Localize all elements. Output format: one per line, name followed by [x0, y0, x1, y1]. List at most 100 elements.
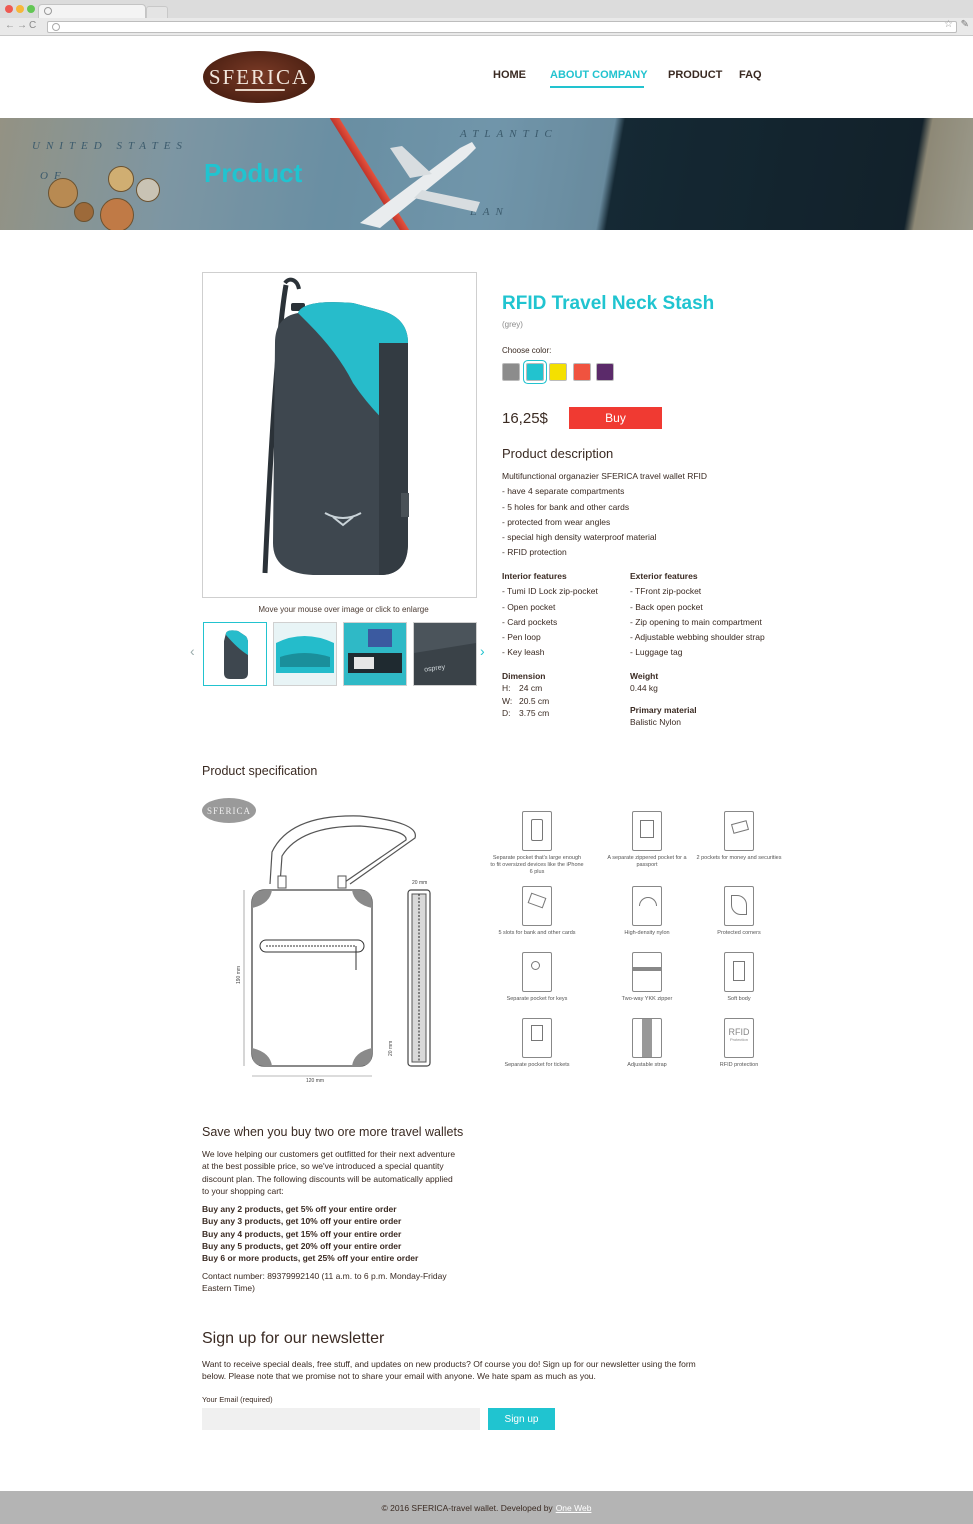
- color-swatch-grey[interactable]: [502, 363, 520, 381]
- thumbnail[interactable]: osprey: [413, 622, 477, 686]
- color-swatch-turquoise[interactable]: [524, 361, 546, 383]
- email-field[interactable]: [202, 1408, 480, 1430]
- cards-icon: [522, 886, 552, 926]
- feature-protected-corners: Protected corners: [692, 886, 786, 937]
- chevron-left-icon[interactable]: ‹: [190, 643, 195, 659]
- feature-zipper: Two-way YKK zipper: [600, 952, 694, 1003]
- footer-developer-link[interactable]: One Web: [556, 1503, 592, 1513]
- product-variant: (grey): [502, 320, 523, 329]
- feature-label: 5 slots for bank and other cards: [498, 930, 576, 936]
- chevron-right-icon[interactable]: ›: [480, 643, 485, 659]
- neck-stash-image: [262, 277, 409, 575]
- description-title: Product description: [502, 446, 614, 461]
- product-title: RFID Travel Neck Stash: [502, 293, 715, 314]
- discount-tier: Buy any 5 products, get 20% off your ent…: [202, 1240, 402, 1251]
- rfid-icon-text: RFID: [728, 1027, 750, 1037]
- feature-label: High-density nylon: [624, 930, 670, 936]
- choose-color-label: Choose color:: [502, 346, 552, 355]
- nav-home[interactable]: HOME: [493, 69, 526, 81]
- close-window-button[interactable]: [5, 5, 13, 13]
- page-icon: [52, 23, 60, 31]
- coin: [100, 198, 134, 230]
- nav-about-company[interactable]: ABOUT COMPANY: [550, 69, 648, 81]
- feature-rfid: RFID Protection RFID protection: [692, 1018, 786, 1069]
- color-swatch-red[interactable]: [573, 363, 591, 381]
- logo-swoosh: [235, 89, 285, 91]
- buy-button[interactable]: Buy: [569, 407, 662, 429]
- coin: [108, 166, 134, 192]
- width-dimension-label: 120 mm: [306, 1078, 324, 1084]
- wrench-menu-icon[interactable]: ✎: [961, 19, 969, 30]
- site-logo[interactable]: SFERICA: [203, 51, 315, 103]
- feature-card-slots: 5 slots for bank and other cards: [490, 886, 584, 937]
- feature-soft-body: Soft body: [692, 952, 786, 1003]
- dim-d-value: 3.75 cm: [519, 707, 550, 718]
- feature-label: Two-way YKK zipper: [621, 996, 673, 1002]
- interior-features-title: Interior features: [502, 571, 567, 581]
- maximize-window-button[interactable]: [27, 5, 35, 13]
- product-price: 16,25$: [502, 410, 548, 427]
- feature-item: - Card pockets: [502, 616, 558, 627]
- spec-title: Product specification: [202, 764, 318, 778]
- description-line: - protected from wear angles: [502, 516, 611, 527]
- discount-tiers: Buy any 2 products, get 5% off your enti…: [202, 1203, 418, 1264]
- interior-features: Interior features - Tumi ID Lock zip-poc…: [502, 569, 598, 661]
- new-tab-button[interactable]: [146, 6, 168, 18]
- address-bar[interactable]: [47, 21, 957, 33]
- dim-w-value: 20.5 cm: [519, 695, 550, 706]
- ticket-icon: [522, 1018, 552, 1058]
- feature-money-pockets: 2 pockets for money and securities: [692, 811, 786, 862]
- feature-item: - Zip opening to main compartment: [630, 616, 762, 627]
- intro-line: at the best possible price, so we've int…: [202, 1161, 444, 1172]
- feature-tickets-pocket: Separate pocket for tickets: [490, 1018, 584, 1069]
- description-line: - 5 holes for bank and other cards: [502, 501, 630, 512]
- exterior-features-title: Exterior features: [630, 571, 698, 581]
- coin: [74, 202, 94, 222]
- feature-label: Soft body: [727, 996, 751, 1002]
- signup-button[interactable]: Sign up: [488, 1408, 555, 1430]
- feature-item: - TFront zip-pocket: [630, 586, 702, 597]
- site-header: SFERICA HOME ABOUT COMPANY PRODUCT FAQ: [0, 37, 973, 118]
- technical-drawing: 120 mm 190 mm 20 mm 20 mm: [236, 815, 431, 1084]
- intro-line: to your shopping cart:: [202, 1185, 284, 1196]
- color-swatch-yellow[interactable]: [549, 363, 567, 381]
- discount-tier: Buy any 4 products, get 15% off your ent…: [202, 1228, 402, 1239]
- discount-tier: Buy 6 or more products, get 25% off your…: [202, 1253, 419, 1264]
- description-line: - special high density waterproof materi…: [502, 532, 657, 543]
- browser-tab[interactable]: [38, 4, 146, 18]
- dimension-block: Dimension H: 24 cm W: 20.5 cm D: 3.75 cm: [502, 670, 549, 719]
- description-line: - have 4 separate compartments: [502, 486, 625, 497]
- corner-icon: [724, 886, 754, 926]
- reload-icon[interactable]: C: [29, 20, 38, 31]
- nav-product[interactable]: PRODUCT: [668, 69, 722, 81]
- soft-body-icon: [724, 952, 754, 992]
- intro-line: discount plan. The following discounts w…: [202, 1173, 453, 1184]
- color-swatch-purple[interactable]: [596, 363, 614, 381]
- product-main-image[interactable]: [202, 272, 477, 598]
- weight-title: Weight: [630, 671, 659, 681]
- banner-map-photo: UNITED STATES OF ATLANTIC EAN: [0, 118, 973, 230]
- discount-title: Save when you buy two ore more travel wa…: [202, 1125, 464, 1139]
- nav-faq[interactable]: FAQ: [739, 69, 762, 81]
- thumbnail[interactable]: [203, 622, 267, 686]
- feature-label: Protected corners: [717, 930, 761, 936]
- airplane-image: [360, 142, 480, 228]
- thumbnail[interactable]: [343, 622, 407, 686]
- minimize-window-button[interactable]: [16, 5, 24, 13]
- strap-icon: [632, 1018, 662, 1058]
- feature-item: - Adjustable webbing shoulder strap: [630, 632, 765, 643]
- thumbnail[interactable]: [273, 622, 337, 686]
- passport-icon: [632, 811, 662, 851]
- coin: [48, 178, 78, 208]
- bookmark-star-icon[interactable]: ☆: [944, 19, 953, 30]
- feature-item: - Back open pocket: [630, 601, 703, 612]
- email-label: Your Email (required): [202, 1395, 273, 1404]
- browser-nav-icons[interactable]: ←→C: [5, 20, 38, 31]
- footer-text: © 2016 SFERICA-travel wallet. Developed …: [381, 1502, 553, 1513]
- dim-h-label: H:: [502, 683, 511, 694]
- feature-item: - Tumi ID Lock zip-pocket: [502, 586, 598, 597]
- newsletter-line: Want to receive special deals, free stuf…: [202, 1359, 696, 1369]
- newsletter-line: below. Please note that we promise not t…: [202, 1371, 596, 1382]
- feature-label: RFID protection: [719, 1062, 759, 1068]
- logo-text: SFERICA: [208, 64, 310, 89]
